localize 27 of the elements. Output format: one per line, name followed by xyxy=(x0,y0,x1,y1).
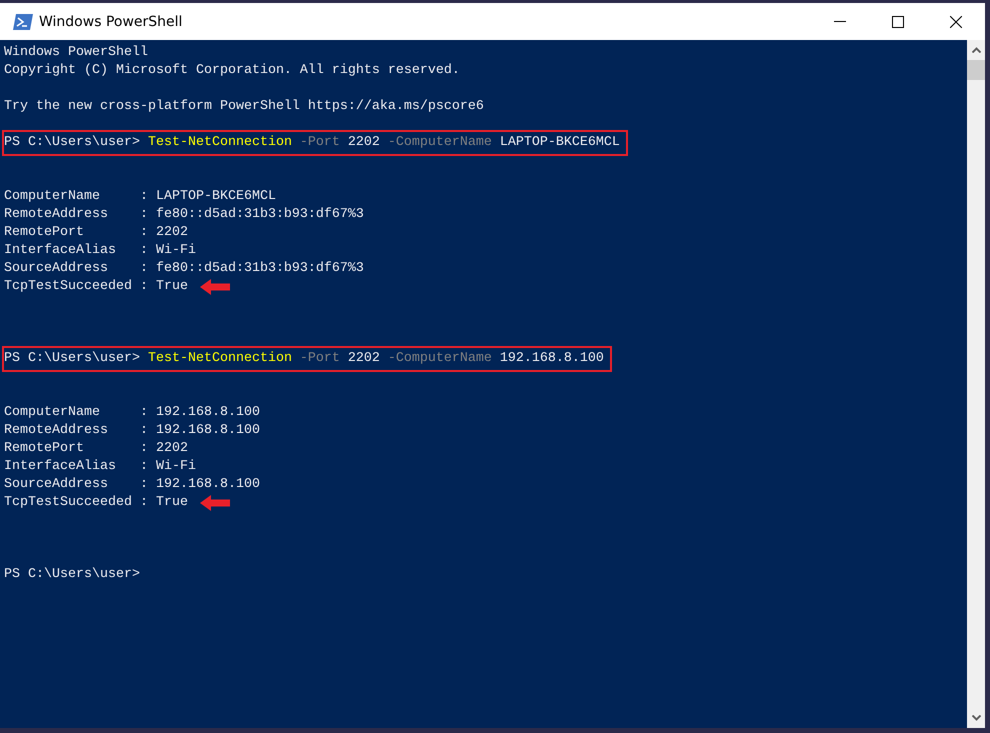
console-line: PS C:\Users\user> xyxy=(4,566,140,584)
console-line: SourceAddress : 192.168.8.100 xyxy=(4,476,260,494)
console-line: RemotePort : 2202 xyxy=(4,224,188,242)
console-line: TcpTestSucceeded : True xyxy=(4,494,188,512)
console-line: TcpTestSucceeded : True xyxy=(4,278,188,296)
maximize-icon xyxy=(892,16,904,28)
console-line: RemotePort : 2202 xyxy=(4,440,188,458)
scrollbar[interactable] xyxy=(967,40,985,728)
console-line: SourceAddress : fe80::d5ad:31b3:b93:df67%3 xyxy=(4,260,364,278)
scroll-down-icon[interactable] xyxy=(972,715,980,721)
console-line: ComputerName : LAPTOP-BKCE6MCL xyxy=(4,188,276,206)
console-line: RemoteAddress : 192.168.8.100 xyxy=(4,422,260,440)
scroll-thumb[interactable] xyxy=(967,60,985,80)
console-line: ComputerName : 192.168.8.100 xyxy=(4,404,260,422)
command-line: PS C:\Users\user> Test-NetConnection -Port 2202 -ComputerName 192.168.8.100 xyxy=(4,351,604,366)
console-line: InterfaceAlias : Wi-Fi xyxy=(4,242,196,260)
console-line: Try the new cross-platform PowerShell https://aka.ms/pscore6 xyxy=(4,98,484,116)
command-line: PS C:\Users\user> Test-NetConnection -Port 2202 -ComputerName LAPTOP-BKCE6MCL xyxy=(4,135,620,150)
console-line: RemoteAddress : fe80::d5ad:31b3:b93:df67%3 xyxy=(4,206,364,224)
close-icon xyxy=(950,16,962,28)
scroll-up-icon[interactable] xyxy=(972,47,980,53)
powershell-icon xyxy=(13,14,33,30)
minimize-icon xyxy=(834,21,846,22)
console-line: Copyright (C) Microsoft Corporation. All rights reserved. xyxy=(4,62,460,80)
window-title: Windows PowerShell xyxy=(39,14,184,30)
console-line: InterfaceAlias : Wi-Fi xyxy=(4,458,196,476)
console-line: Windows PowerShell xyxy=(4,44,148,62)
